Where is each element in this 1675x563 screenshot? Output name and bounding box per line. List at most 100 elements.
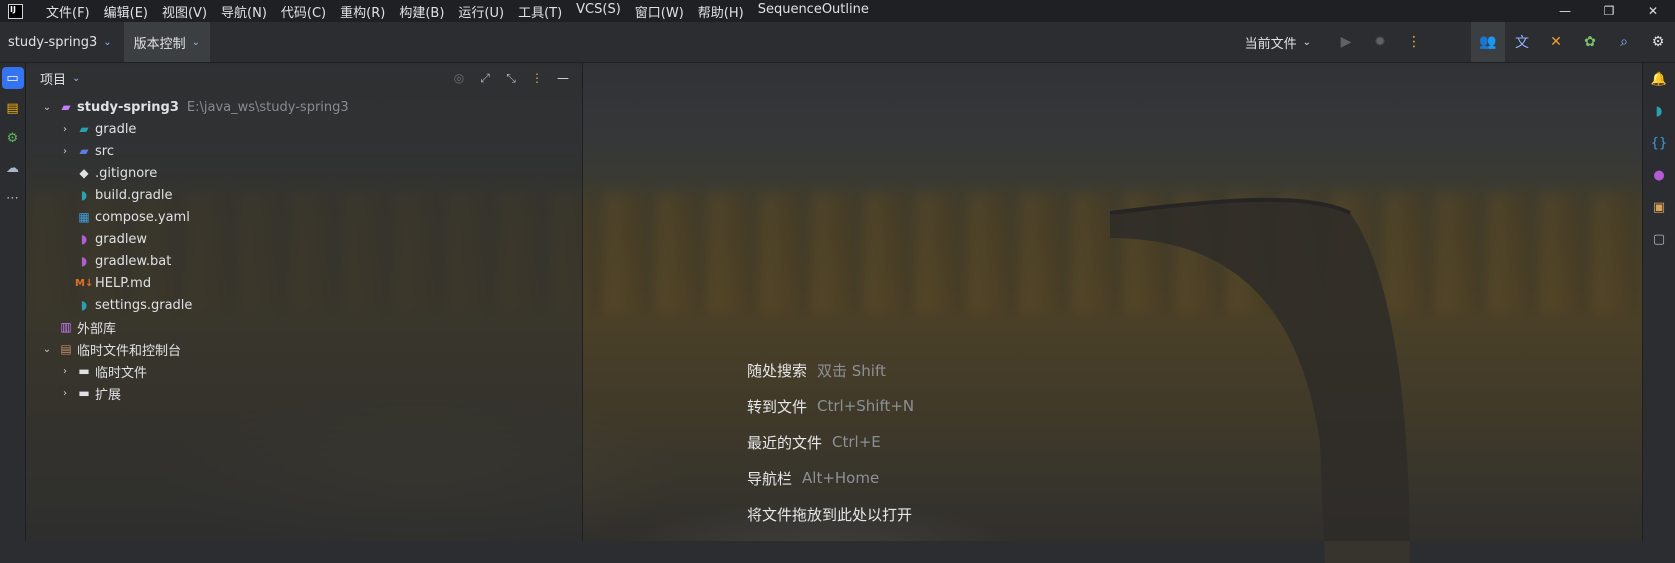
hint-drop-files: 将文件拖放到此处以打开 [747,496,914,532]
plugins-tool-button[interactable]: ☁ [0,153,25,183]
chevron-right-icon[interactable]: › [58,388,72,399]
project-tool-button[interactable]: ▭ [0,63,25,93]
tree-row-scratches[interactable]: ⌄ ▤ 临时文件和控制台 [26,338,582,360]
run-config-selector[interactable]: 当前文件 ⌄ [1245,33,1311,52]
folder-icon: ▬ [78,386,90,400]
folder-icon: ▬ [78,364,90,378]
more-vertical-icon[interactable]: ⋮ [1397,22,1431,62]
ai-assistant-icon[interactable]: ✿ [1573,22,1607,62]
project-selector[interactable]: study-spring3 ⌄ [0,22,120,62]
hint-shortcut: Ctrl+E [832,433,881,451]
search-icon[interactable]: ⌕ [1607,22,1641,62]
restore-button[interactable]: ❐ [1587,0,1631,22]
tree-row-scratch-files[interactable]: › ▬ 临时文件 [26,360,582,382]
menu-window[interactable]: 窗口(W) [628,2,691,21]
tree-row-gradle[interactable]: › ▰ gradle [26,118,582,140]
gradle-folder-icon: ▰ [79,122,89,136]
hint-shortcut: Ctrl+Shift+N [817,397,915,415]
tree-row-root[interactable]: ⌄ ▰ study-spring3 E:\java_ws\study-sprin… [26,96,582,118]
tree-row-label: compose.yaml [95,209,190,225]
maven-icon[interactable]: ▣ [1643,191,1675,223]
menu-help[interactable]: 帮助(H) [691,2,751,21]
run-icon[interactable]: ▶ [1329,22,1363,62]
debug-icon[interactable]: ✹ [1363,22,1397,62]
library-icon: ▥ [60,320,72,334]
tree-row-path: E:\java_ws\study-spring3 [186,99,349,115]
hint-label: 转到文件 [747,397,808,416]
translate-icon[interactable]: 文 [1505,22,1539,62]
project-name: study-spring3 [8,34,98,50]
more-tools-button[interactable]: ⋯ [0,183,25,213]
notifications-icon[interactable]: 🔔 [1643,63,1675,95]
chevron-right-icon[interactable]: › [58,146,72,157]
menu-file[interactable]: 文件(F) [39,2,97,21]
vcs-widget[interactable]: 版本控制 ⌄ [123,22,211,62]
title-bar: IJ 文件(F) 编辑(E) 视图(V) 导航(N) 代码(C) 重构(R) 构… [0,0,1675,22]
code-with-me-icon[interactable]: 👥 [1471,22,1505,62]
tree-row-label: 临时文件和控制台 [77,343,182,359]
tree-row-extensions[interactable]: › ▬ 扩展 [26,382,582,404]
database-icon[interactable]: ● [1643,159,1675,191]
chevron-down-icon[interactable]: ⌄ [40,102,54,113]
tree-row-external-libraries[interactable]: ▥ 外部库 [26,316,582,338]
expand-all-icon[interactable]: ⤢ [472,71,498,86]
tree-row-gitignore[interactable]: ◆ .gitignore [26,162,582,184]
panel-header: 项目 ⌄ ◎ ⤢ ⤡ ⋮ — [26,63,582,93]
chevron-right-icon[interactable]: › [58,366,72,377]
tree-row-settings-gradle[interactable]: ◗ settings.gradle [26,294,582,316]
menu-tools[interactable]: 工具(T) [511,2,569,21]
json-icon[interactable]: {} [1643,127,1675,159]
tree-row-gradlew[interactable]: ◗ gradlew [26,228,582,250]
gradle-icon[interactable]: ◗ [1643,95,1675,127]
settings-icon[interactable]: ⚙ [1641,22,1675,62]
tree-row-label: study-spring3 [77,99,179,115]
gradle-file-icon: ◗ [80,188,88,202]
panel-actions: ◎ ⤢ ⤡ ⋮ — [446,63,576,93]
hide-panel-icon[interactable]: — [550,71,576,85]
chevron-right-icon[interactable]: › [58,124,72,135]
locate-icon[interactable]: ◎ [446,71,472,85]
hint-recent-files: 最近的文件 Ctrl+E [747,424,914,460]
menu-build[interactable]: 构建(B) [392,2,451,21]
menu-refactor[interactable]: 重构(R) [333,2,392,21]
services-tool-button[interactable]: ▤ [0,93,25,123]
hint-search-everywhere: 随处搜索 双击 Shift [747,352,914,388]
tree-row-label: gradlew [95,231,148,247]
editor-empty-hints: 随处搜索 双击 Shift 转到文件 Ctrl+Shift+N 最近的文件 Ct… [747,352,914,532]
collapse-all-icon[interactable]: ⤡ [498,71,524,86]
intellij-logo-icon[interactable]: IJ [8,3,23,19]
module-folder-icon: ▰ [61,100,71,114]
tree-row-help-md[interactable]: M↓ HELP.md [26,272,582,294]
menu-view[interactable]: 视图(V) [155,2,214,21]
tree-row-label: 扩展 [95,387,122,403]
menu-run[interactable]: 运行(U) [451,2,511,21]
markdown-icon: M↓ [75,277,94,289]
run-debug-icon: ⚙ [6,130,19,146]
menu-navigate[interactable]: 导航(N) [214,2,274,21]
hint-label: 最近的文件 [747,433,823,452]
tree-row-src[interactable]: › ▰ src [26,140,582,162]
menu-edit[interactable]: 编辑(E) [97,2,155,21]
main-menu: 文件(F) 编辑(E) 视图(V) 导航(N) 代码(C) 重构(R) 构建(B… [39,2,876,21]
hint-label: 导航栏 [747,469,793,488]
tree-row-compose[interactable]: ▦ compose.yaml [26,206,582,228]
menu-code[interactable]: 代码(C) [274,2,333,21]
chevron-down-icon[interactable]: ⌄ [72,73,80,84]
tree-row-build-gradle[interactable]: ◗ build.gradle [26,184,582,206]
menu-sequence-outline[interactable]: SequenceOutline [751,2,876,21]
build-tools-icon[interactable]: ✕ [1539,22,1573,62]
git-icon: ◆ [79,166,89,180]
chevron-down-icon[interactable]: ⌄ [40,344,54,355]
close-button[interactable]: ✕ [1631,0,1675,22]
chevron-down-icon: ⌄ [103,36,112,48]
tree-row-label: 外部库 [77,321,117,337]
tree-row-gradlew-bat[interactable]: ◗ gradlew.bat [26,250,582,272]
menu-vcs[interactable]: VCS(S) [569,2,628,21]
project-icon: ▭ [1,67,24,89]
options-icon[interactable]: ⋮ [524,71,550,85]
panel-title[interactable]: 项目 [40,69,66,88]
coverage-icon[interactable]: ▢ [1643,223,1675,255]
minimize-button[interactable]: — [1543,0,1587,22]
run-debug-tool-button[interactable]: ⚙ [0,123,25,153]
gradle-script-icon: ◗ [80,232,88,246]
